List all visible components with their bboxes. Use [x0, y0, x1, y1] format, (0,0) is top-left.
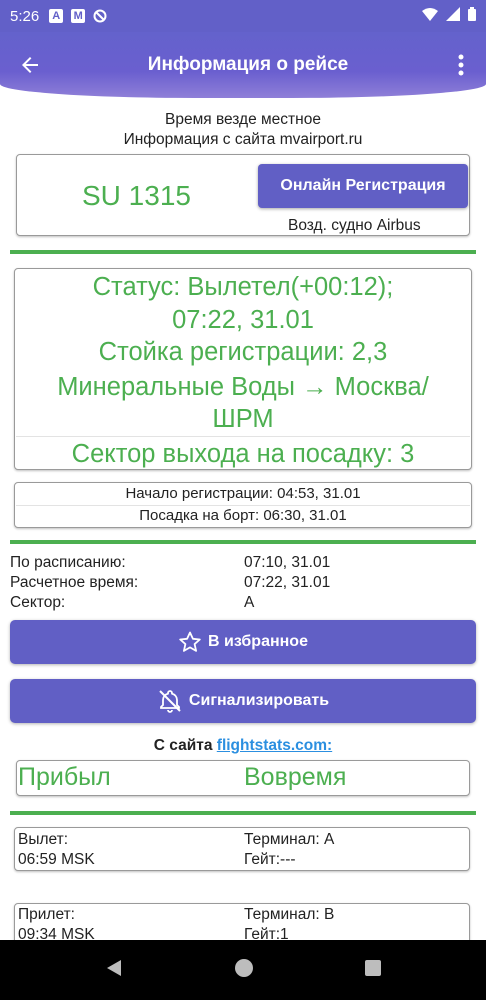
battery-icon — [468, 7, 476, 25]
back-button[interactable] — [0, 35, 60, 95]
route-line-2: ШРМ — [212, 405, 274, 433]
nav-home-button[interactable] — [234, 958, 254, 983]
route-line-1: Минеральные Воды → Москва/ — [57, 373, 429, 401]
scheduled-value: 07:10, 31.01 — [244, 554, 331, 571]
sector-value: A — [244, 594, 255, 611]
favorite-button[interactable]: В избранное — [10, 620, 476, 664]
nav-back-button[interactable] — [104, 958, 124, 983]
notifications-off-icon — [159, 690, 181, 713]
scheduled-label: По расписанию: — [10, 554, 126, 571]
departure-gate: Гейт:--- — [244, 851, 296, 868]
green-divider — [10, 811, 476, 815]
flight-punctuality: Вовремя — [244, 763, 347, 791]
flightstats-link[interactable]: flightstats.com: — [217, 737, 332, 754]
app-a-icon: A — [49, 9, 64, 23]
aircraft-type: Возд. судно Airbus — [288, 217, 421, 234]
departure-time: 06:59 MSK — [18, 851, 95, 868]
status-bar: 5:26 A M — [0, 0, 486, 32]
app-bar: Информация о рейсе — [0, 32, 486, 98]
alert-button[interactable]: Сигнализировать — [10, 679, 476, 723]
row-divider — [16, 436, 470, 437]
circle-home-icon — [235, 958, 253, 977]
departure-terminal: Терминал: A — [244, 831, 335, 848]
flight-number: SU 1315 — [82, 180, 191, 211]
more-vert-icon — [458, 54, 464, 76]
boarding-time: Посадка на борт: 06:30, 31.01 — [139, 507, 347, 524]
gate-sector: Сектор выхода на посадку: 3 — [71, 440, 415, 468]
mail-icon: M — [71, 9, 86, 23]
flightstats-source: С сайта flightstats.com: — [0, 737, 486, 755]
nav-recents-button[interactable] — [364, 959, 382, 982]
overflow-menu-button[interactable] — [436, 35, 486, 95]
source-prefix: С сайта — [153, 737, 213, 754]
local-time-note: Время везде местное — [165, 111, 321, 128]
checkin-start: Начало регистрации: 04:53, 31.01 — [125, 485, 361, 502]
wifi-icon — [422, 7, 438, 25]
signal-icon — [446, 7, 460, 25]
alert-label: Сигнализировать — [188, 692, 330, 709]
arrow-left-icon — [22, 57, 38, 73]
square-recents-icon — [365, 959, 381, 976]
status-time: 5:26 — [10, 7, 40, 25]
estimated-value: 07:22, 31.01 — [244, 574, 331, 591]
checkin-desk: Стойка регистрации: 2,3 — [98, 338, 388, 366]
source-note: Информация с сайта mvairport.ru — [123, 131, 363, 148]
arrival-label: Прилет: — [18, 906, 75, 923]
favorite-label: В избранное — [208, 633, 308, 650]
status-time: 07:22, 31.01 — [172, 306, 314, 334]
online-checkin-button[interactable]: Онлайн Регистрация — [258, 164, 468, 208]
page-title: Информация о рейсе — [147, 54, 349, 75]
green-divider — [10, 540, 476, 544]
green-divider — [10, 250, 476, 254]
sector-label: Сектор: — [10, 594, 66, 611]
row-divider — [16, 505, 470, 506]
departure-label: Вылет: — [18, 831, 69, 848]
estimated-label: Расчетное время: — [10, 574, 139, 591]
system-nav-bar — [0, 940, 486, 1000]
flight-state: Прибыл — [18, 763, 111, 791]
star-outline-icon — [179, 631, 201, 652]
status-line: Статус: Вылетел(+00:12); — [92, 273, 394, 301]
arrival-terminal: Терминал: B — [244, 906, 335, 923]
triangle-back-icon — [107, 959, 121, 976]
do-not-disturb-icon — [93, 9, 107, 23]
